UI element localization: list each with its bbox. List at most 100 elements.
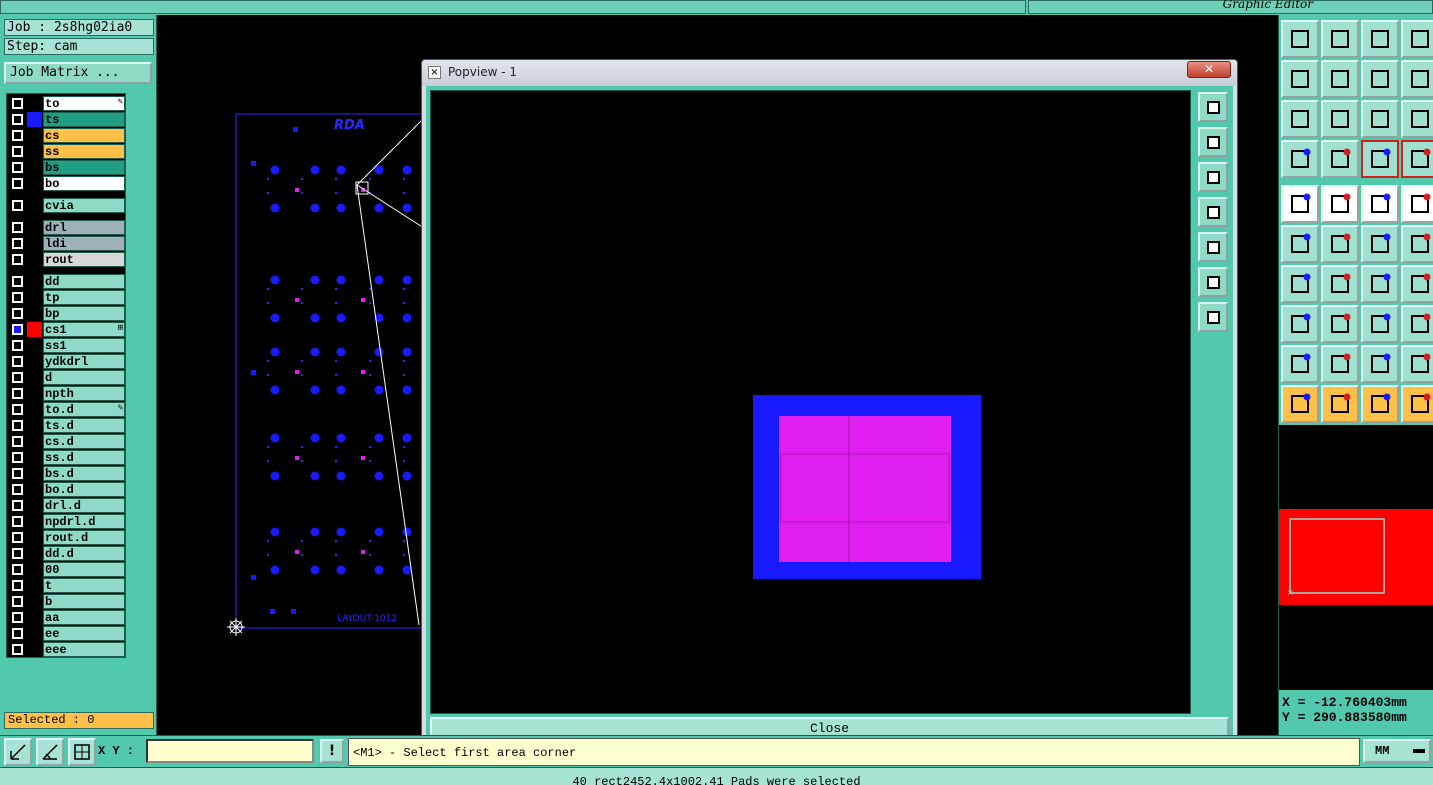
layer-checkbox[interactable] bbox=[12, 308, 23, 319]
grid-mode-button[interactable] bbox=[68, 738, 96, 766]
pv-zoom-window-button[interactable] bbox=[1198, 92, 1228, 122]
home-button[interactable] bbox=[1361, 20, 1399, 58]
layer-name[interactable]: bo.d bbox=[43, 482, 125, 497]
layer-row[interactable]: bs bbox=[9, 160, 125, 175]
layer-name[interactable]: drl.d bbox=[43, 498, 125, 513]
layer-row[interactable]: 00 bbox=[9, 562, 125, 577]
layer-row[interactable]: to.d ✎ bbox=[9, 402, 125, 417]
layer-checkbox[interactable] bbox=[12, 420, 23, 431]
layer-name[interactable]: 00 bbox=[43, 562, 125, 577]
help-button[interactable] bbox=[1401, 100, 1433, 138]
layer-checkbox[interactable] bbox=[12, 548, 23, 559]
layer-checkbox[interactable] bbox=[12, 130, 23, 141]
layer-name[interactable]: bs bbox=[43, 160, 125, 175]
settings-button[interactable] bbox=[1281, 140, 1319, 178]
layer-checkbox[interactable] bbox=[12, 628, 23, 639]
pv-zoom-in-button[interactable] bbox=[1198, 127, 1228, 157]
triangle-button[interactable] bbox=[1281, 345, 1319, 383]
layer-row[interactable]: cs1 ⊞ bbox=[9, 322, 125, 337]
layer-checkbox[interactable] bbox=[12, 564, 23, 575]
pv-pan-right-button[interactable] bbox=[1198, 232, 1228, 262]
layer-row[interactable]: ts bbox=[9, 112, 125, 127]
units-select[interactable]: MM bbox=[1363, 739, 1431, 763]
layer-row[interactable]: npth bbox=[9, 386, 125, 401]
point-button[interactable] bbox=[1361, 225, 1399, 263]
pan-right-button[interactable] bbox=[1321, 60, 1359, 98]
layer-row[interactable]: b bbox=[9, 594, 125, 609]
zoom-box-button[interactable] bbox=[1401, 20, 1433, 58]
pan-left-button[interactable] bbox=[1281, 60, 1319, 98]
snap-mode-button[interactable] bbox=[4, 738, 32, 766]
layer-name[interactable]: rout bbox=[43, 252, 125, 267]
mirror-button[interactable] bbox=[1401, 60, 1433, 98]
zoom-in-button[interactable] bbox=[1281, 20, 1319, 58]
layer-row[interactable]: eee bbox=[9, 642, 125, 657]
layer-name[interactable]: ts.d bbox=[43, 418, 125, 433]
layer-checkbox[interactable] bbox=[12, 178, 23, 189]
layer-checkbox[interactable] bbox=[12, 238, 23, 249]
fit-button[interactable] bbox=[1281, 100, 1319, 138]
layer-row[interactable]: rout bbox=[9, 252, 125, 267]
route-button[interactable] bbox=[1401, 385, 1433, 423]
layer-name[interactable]: ss.d bbox=[43, 450, 125, 465]
point-alt-button[interactable] bbox=[1401, 225, 1433, 263]
layer-checkbox[interactable] bbox=[12, 468, 23, 479]
layer-name[interactable]: npth bbox=[43, 386, 125, 401]
layer-row[interactable]: ydkdrl bbox=[9, 354, 125, 369]
measure-mode-button[interactable] bbox=[36, 738, 64, 766]
layer-name[interactable]: ldi bbox=[43, 236, 125, 251]
layer-checkbox[interactable] bbox=[12, 200, 23, 211]
layer-checkbox[interactable] bbox=[12, 644, 23, 655]
diagonal-button[interactable] bbox=[1321, 265, 1359, 303]
layer-checkbox[interactable] bbox=[12, 146, 23, 157]
layer-row[interactable]: rout.d bbox=[9, 530, 125, 545]
layer-name[interactable]: bp bbox=[43, 306, 125, 321]
layer-name[interactable]: ts bbox=[43, 112, 125, 127]
layer-name[interactable]: dd.d bbox=[43, 546, 125, 561]
layer-row[interactable]: ts.d bbox=[9, 418, 125, 433]
select-button[interactable] bbox=[1281, 385, 1319, 423]
layer-checkbox[interactable] bbox=[12, 276, 23, 287]
cross-button[interactable] bbox=[1321, 225, 1359, 263]
layer-name[interactable]: tp bbox=[43, 290, 125, 305]
layer-checkbox[interactable] bbox=[12, 340, 23, 351]
window-close-button[interactable]: ✕ bbox=[1187, 61, 1231, 78]
dimension-button[interactable] bbox=[1361, 305, 1399, 343]
layer-name[interactable]: ee bbox=[43, 626, 125, 641]
layer-name[interactable]: ydkdrl bbox=[43, 354, 125, 369]
layer-row[interactable]: ss1 bbox=[9, 338, 125, 353]
circle-button[interactable] bbox=[1401, 185, 1433, 223]
layer-name[interactable]: t bbox=[43, 578, 125, 593]
layer-row[interactable]: tp bbox=[9, 290, 125, 305]
layer-row[interactable]: d bbox=[9, 370, 125, 385]
triangle-alt-button[interactable] bbox=[1321, 345, 1359, 383]
layer-checkbox[interactable] bbox=[12, 532, 23, 543]
layer-checkbox[interactable] bbox=[12, 254, 23, 265]
ruler-button[interactable] bbox=[1361, 185, 1399, 223]
layer-checkbox[interactable] bbox=[12, 324, 23, 335]
xy-input[interactable] bbox=[146, 739, 314, 763]
pv-center-button[interactable] bbox=[1198, 302, 1228, 332]
arc-button[interactable] bbox=[1361, 265, 1399, 303]
line-button[interactable] bbox=[1321, 185, 1359, 223]
layer-name[interactable]: dd bbox=[43, 274, 125, 289]
layer-checkbox[interactable] bbox=[12, 388, 23, 399]
layer-name[interactable]: aa bbox=[43, 610, 125, 625]
layer-name[interactable]: ss1 bbox=[43, 338, 125, 353]
layer-row[interactable]: bp bbox=[9, 306, 125, 321]
text-a-button[interactable] bbox=[1361, 345, 1399, 383]
layer-checkbox[interactable] bbox=[12, 114, 23, 125]
layer-name[interactable]: cs bbox=[43, 128, 125, 143]
layer-row[interactable]: npdrl.d bbox=[9, 514, 125, 529]
layer-name[interactable]: ss bbox=[43, 144, 125, 159]
layer-row[interactable]: ee bbox=[9, 626, 125, 641]
layer-checkbox[interactable] bbox=[12, 222, 23, 233]
layer-checkbox[interactable] bbox=[12, 452, 23, 463]
add-pad-button[interactable] bbox=[1281, 185, 1319, 223]
pv-zoom-out-button[interactable] bbox=[1198, 162, 1228, 192]
undo-view-button[interactable] bbox=[1361, 60, 1399, 98]
layer-row[interactable]: ss.d bbox=[9, 450, 125, 465]
node-button[interactable] bbox=[1281, 225, 1319, 263]
layer-checkbox[interactable] bbox=[12, 372, 23, 383]
connect-button[interactable] bbox=[1361, 140, 1399, 178]
